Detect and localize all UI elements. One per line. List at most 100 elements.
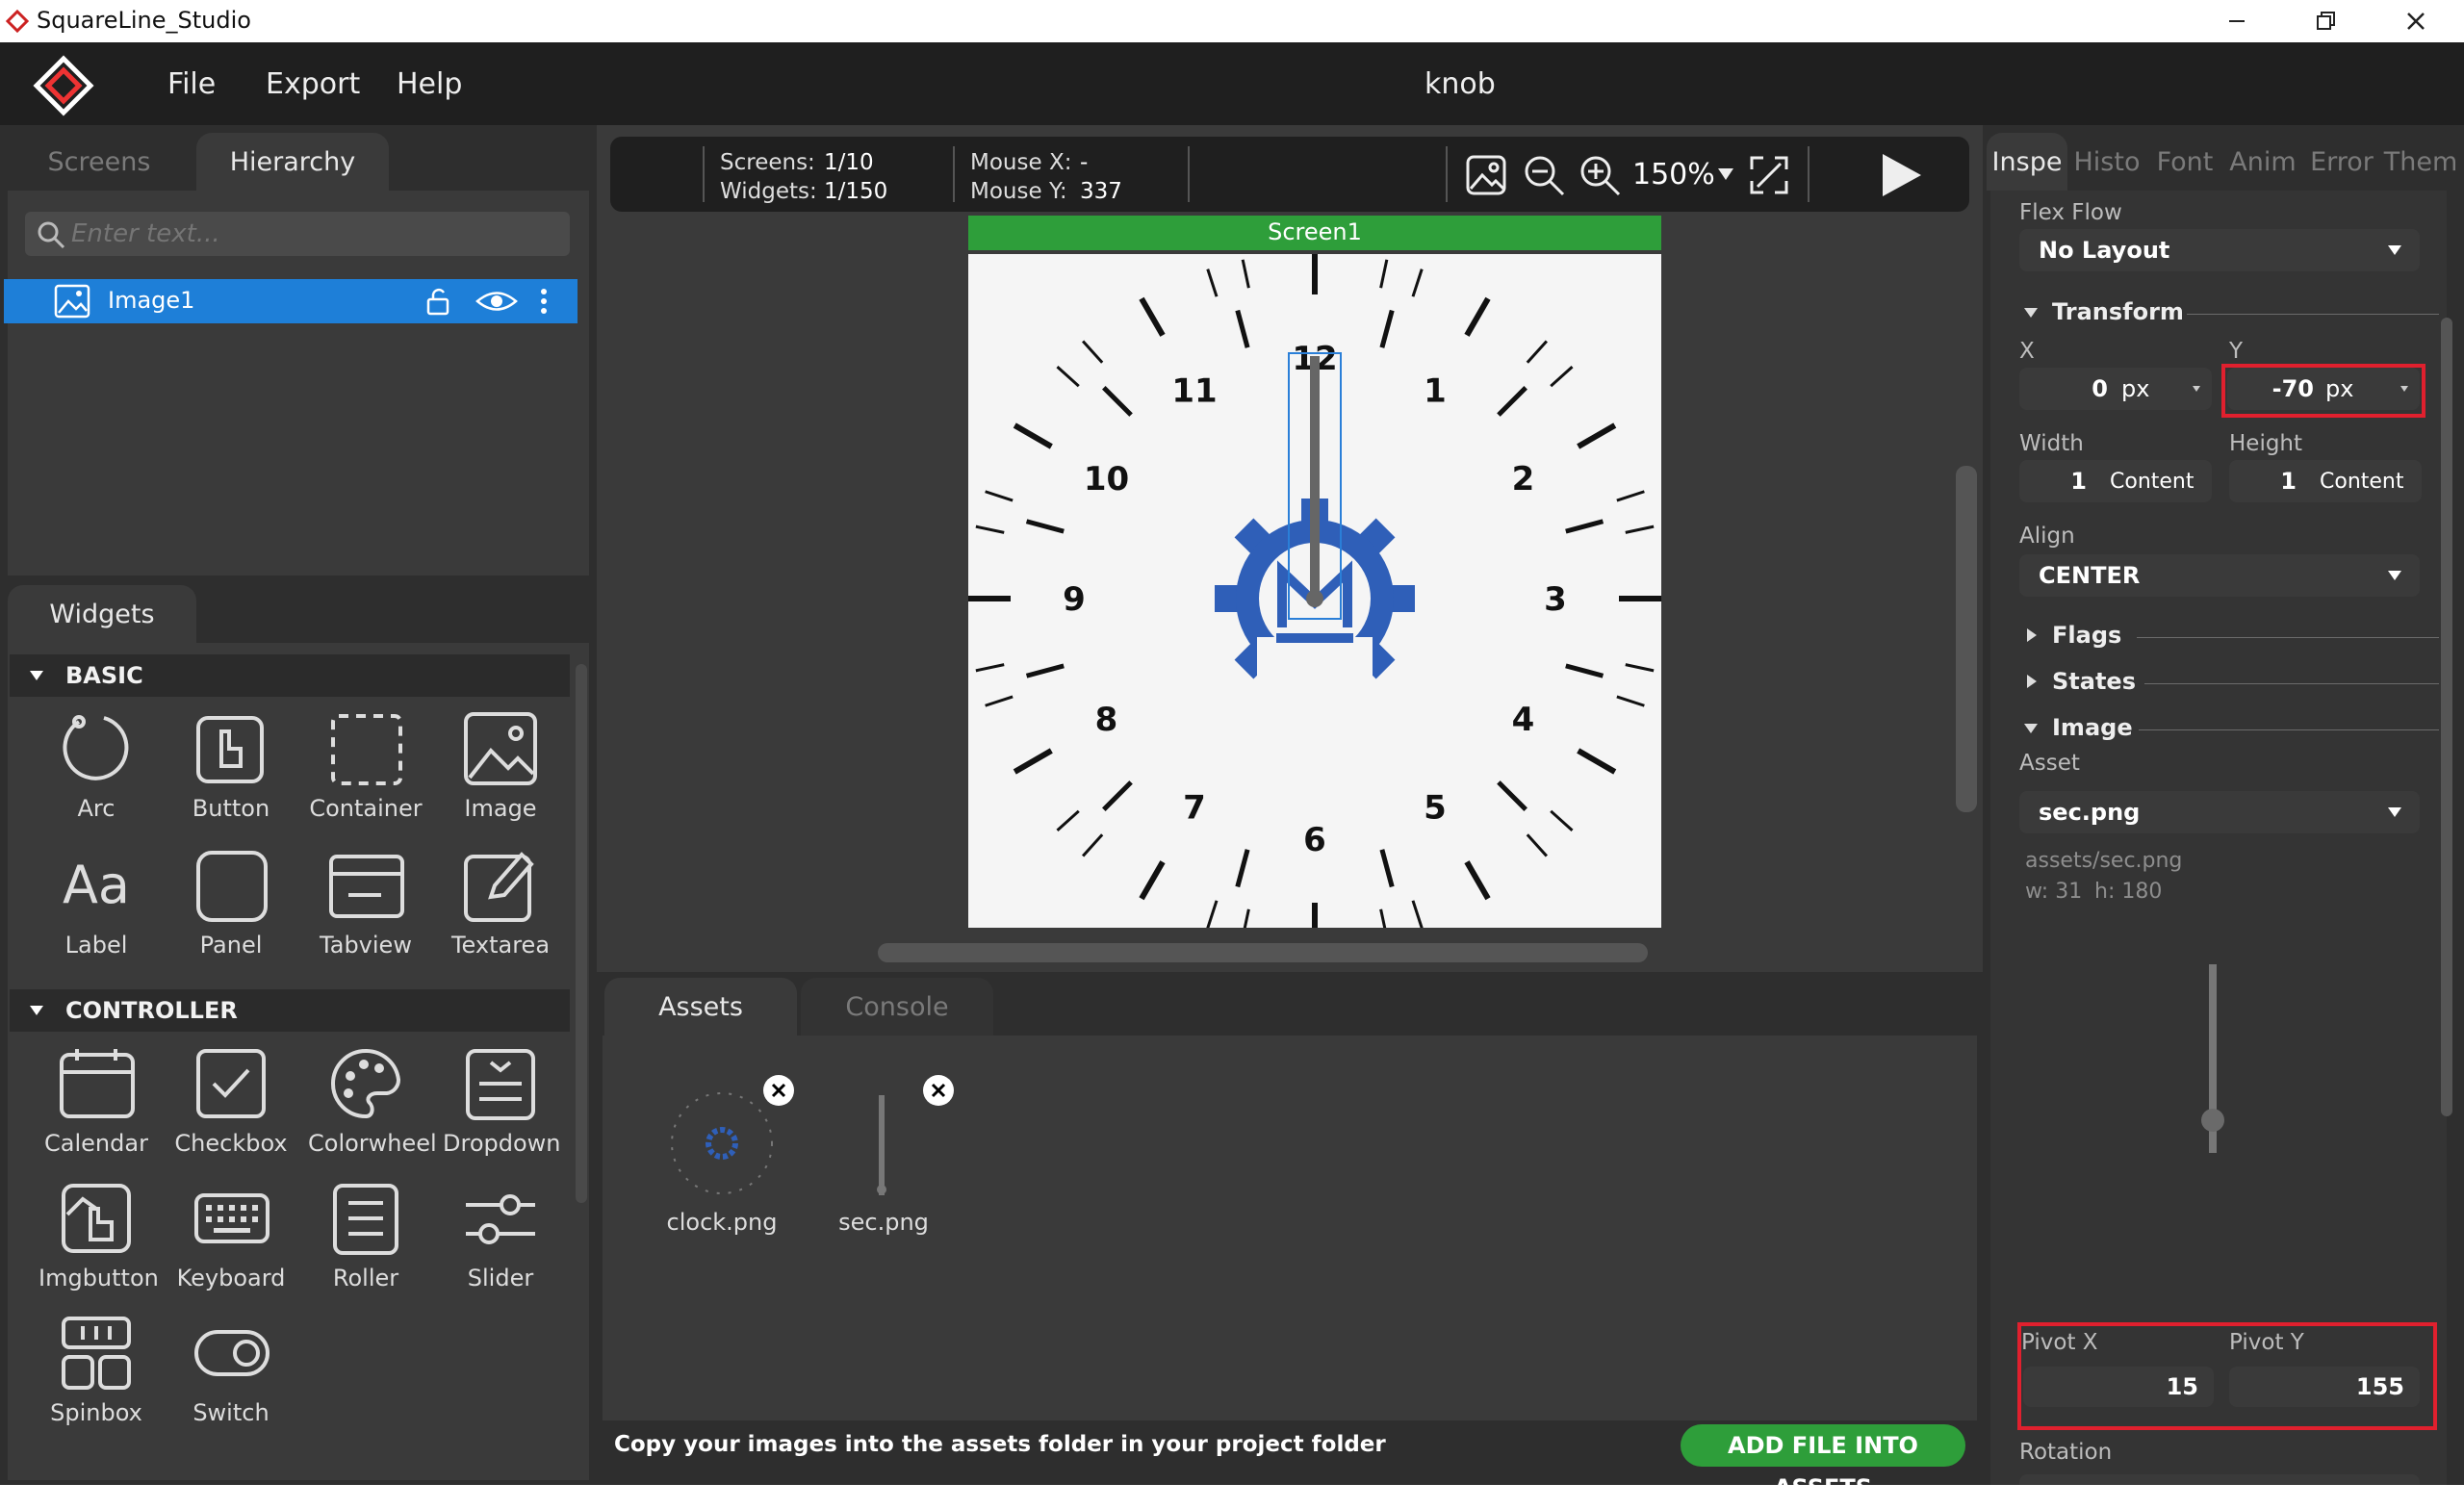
widget-colorwheel[interactable]: Colorwheel [308, 1045, 437, 1170]
collapse-arrow-icon[interactable] [2023, 722, 2039, 735]
clock-tick [1235, 309, 1250, 348]
tab-console[interactable]: Console [801, 978, 993, 1036]
height-input[interactable]: 1 Content [2229, 460, 2422, 502]
restore-icon[interactable] [2312, 8, 2339, 35]
widget-textarea[interactable]: Textarea [443, 847, 558, 972]
tab-history[interactable]: Histo [2067, 133, 2146, 191]
screen-canvas[interactable]: 121234567891011 [968, 254, 1661, 928]
tab-hierarchy[interactable]: Hierarchy [196, 133, 389, 191]
tab-widgets[interactable]: Widgets [8, 585, 196, 643]
clock-tick [1081, 833, 1104, 857]
widget-tabview[interactable]: Tabview [308, 847, 424, 972]
tab-font[interactable]: Font [2146, 133, 2223, 191]
checkbox-icon [196, 1049, 266, 1118]
menu-export[interactable]: Export [266, 67, 360, 101]
controller-section-header[interactable]: CONTROLLER [10, 989, 570, 1032]
asset-dropdown[interactable]: sec.png [2019, 791, 2420, 833]
pivot-y-input[interactable]: 155 [2229, 1367, 2420, 1407]
remove-asset-icon[interactable] [762, 1074, 795, 1107]
align-dropdown[interactable]: CENTER [2019, 554, 2420, 597]
widget-switch[interactable]: Switch [173, 1315, 289, 1440]
widget-panel[interactable]: Panel [173, 847, 289, 972]
selection-box[interactable] [1288, 352, 1342, 620]
more-icon[interactable] [537, 287, 551, 316]
tab-theme[interactable]: Them [2381, 133, 2460, 191]
rotation-input[interactable] [2019, 1474, 2420, 1485]
widget-dropdown[interactable]: Dropdown [443, 1045, 561, 1170]
basic-section-header[interactable]: BASIC [10, 654, 570, 697]
collapse-arrow-icon [30, 1006, 43, 1015]
pivot-x-input[interactable]: 15 [2023, 1367, 2214, 1407]
clock-number: 2 [1512, 460, 1535, 499]
search-icon [38, 221, 65, 249]
widget-container[interactable]: Container [308, 710, 424, 835]
minimize-icon[interactable] [2223, 8, 2250, 35]
clock-number: 6 [1303, 821, 1326, 859]
image-section[interactable]: Image [2052, 714, 2133, 741]
squareline-logo-icon[interactable] [33, 55, 94, 116]
widget-image[interactable]: Image [443, 710, 558, 835]
states-section[interactable]: States [2052, 668, 2136, 695]
clock-tick [1056, 809, 1080, 832]
widget-arc[interactable]: Arc [38, 710, 154, 835]
search-input[interactable] [71, 216, 552, 252]
sec-thumbnail [877, 1095, 886, 1195]
tab-inspector[interactable]: Inspe [1987, 133, 2067, 191]
x-input[interactable]: 0 px [2019, 368, 2212, 410]
widget-spinbox[interactable]: Spinbox [38, 1315, 154, 1440]
clock-tick [1241, 259, 1250, 289]
clock-tick [1056, 365, 1080, 388]
clock-tick [1411, 269, 1424, 297]
unlock-icon[interactable] [424, 287, 452, 316]
clock-tick [1565, 663, 1604, 678]
zoom-in-icon[interactable] [1578, 154, 1621, 196]
widgets-scrollbar[interactable] [576, 664, 587, 1203]
screen-title-bar[interactable]: Screen1 [968, 216, 1661, 250]
vertical-scrollbar[interactable] [1956, 466, 1977, 812]
asset-clock[interactable]: clock.png [645, 1075, 799, 1241]
menu-help[interactable]: Help [397, 67, 462, 101]
y-input[interactable]: -70 px [2227, 368, 2420, 410]
menu-file[interactable]: File [167, 67, 216, 101]
width-input[interactable]: 1 Content [2019, 460, 2212, 502]
zoom-level[interactable]: 150% [1632, 158, 1715, 192]
hierarchy-item-image1[interactable]: Image1 [4, 279, 578, 323]
flags-section[interactable]: Flags [2052, 622, 2121, 649]
widget-checkbox[interactable]: Checkbox [173, 1045, 289, 1170]
add-file-into-assets-button[interactable]: ADD FILE INTO ASSETS [1681, 1424, 1965, 1501]
tab-animation[interactable]: Anim [2223, 133, 2302, 191]
tab-assets[interactable]: Assets [604, 978, 797, 1036]
zoom-dropdown-icon[interactable] [1717, 167, 1734, 181]
tab-screens[interactable]: Screens [8, 133, 191, 191]
widget-button[interactable]: Button [173, 710, 289, 835]
transform-section[interactable]: Transform [2052, 298, 2184, 325]
widget-label[interactable]: Aa Label [38, 847, 154, 972]
dropdown-arrow-icon [2388, 571, 2401, 580]
widget-calendar[interactable]: Calendar [38, 1045, 154, 1170]
remove-asset-icon[interactable] [922, 1074, 955, 1107]
widget-keyboard[interactable]: Keyboard [173, 1180, 289, 1305]
play-icon[interactable] [1879, 152, 1923, 198]
clock-number: 8 [1095, 701, 1118, 739]
widget-slider[interactable]: Slider [443, 1180, 558, 1305]
close-window-icon[interactable] [2402, 8, 2429, 35]
background-image-icon[interactable] [1465, 154, 1507, 196]
asset-sec[interactable]: sec.png [807, 1075, 961, 1241]
search-box[interactable] [25, 212, 570, 256]
expand-arrow-icon[interactable] [2025, 627, 2039, 643]
mouse-x-value: - [1080, 150, 1089, 175]
zoom-out-icon[interactable] [1523, 154, 1565, 196]
expand-arrow-icon[interactable] [2025, 674, 2039, 689]
widget-imgbutton[interactable]: Imgbutton [38, 1180, 159, 1305]
fit-screen-icon[interactable] [1748, 154, 1790, 196]
horizontal-scrollbar[interactable] [878, 943, 1648, 962]
widget-roller[interactable]: Roller [308, 1180, 424, 1305]
collapse-arrow-icon [30, 671, 43, 680]
flex-flow-dropdown[interactable]: No Layout [2019, 229, 2420, 271]
tab-error[interactable]: Error [2302, 133, 2381, 191]
collapse-arrow-icon[interactable] [2023, 306, 2039, 320]
inspector-scrollbar[interactable] [2441, 318, 2452, 1116]
unit-dropdown-icon[interactable] [2400, 386, 2408, 392]
unit-dropdown-icon[interactable] [2193, 386, 2200, 392]
eye-icon[interactable] [475, 287, 518, 316]
